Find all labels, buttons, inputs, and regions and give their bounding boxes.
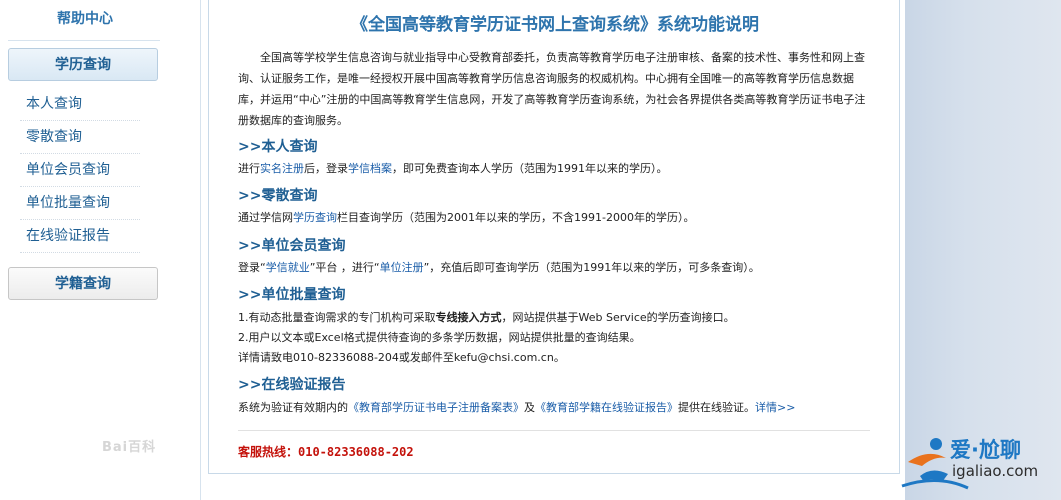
sidebar-item-batch-query[interactable]: 单位批量查询	[20, 187, 140, 220]
intro-paragraph: 全国高等学校学生信息咨询与就业指导中心受教育部委托，负责高等教育学历电子注册审核…	[238, 51, 866, 127]
xuexin-employment-link[interactable]: 学信就业	[266, 261, 310, 274]
section-heading-scattered: >>零散查询	[238, 188, 318, 204]
content-divider	[238, 430, 870, 431]
page-title: 《全国高等教育学历证书网上查询系统》系统功能说明	[351, 15, 759, 35]
unit-register-link[interactable]: 单位注册	[380, 261, 424, 274]
verify-text: 系统为验证有效期内的《教育部学历证书电子注册备案表》及《教育部学籍在线验证报告》…	[238, 401, 796, 414]
section-heading-member: >>单位会员查询	[238, 238, 346, 254]
self-query-text: 进行实名注册后，登录学信档案，即可免费查询本人学历（范围为1991年以来的学历）…	[238, 162, 668, 175]
sidebar-item-self-query[interactable]: 本人查询	[20, 88, 140, 121]
baidu-watermark: Bai百科	[102, 440, 157, 455]
right-gutter	[905, 0, 1061, 500]
section-heading-batch: >>单位批量查询	[238, 287, 346, 303]
scattered-query-text: 通过学信网学历查询栏目查询学历（范围为2001年以来的学历，不含1991-200…	[238, 211, 695, 224]
section-heading-self: >>本人查询	[238, 139, 318, 155]
site-watermark-url: igaliao.com	[952, 462, 1039, 480]
sidebar-menu: 本人查询 零散查询 单位会员查询 单位批量查询 在线验证报告	[20, 88, 140, 253]
sidebar-item-verify-report[interactable]: 在线验证报告	[20, 220, 140, 253]
batch-line-1: 1.有动态批量查询需求的专门机构可采取专线接入方式，网站提供基于Web Serv…	[238, 311, 735, 324]
service-hotline: 客服热线：010-82336088-202	[238, 445, 414, 459]
help-center-title: 帮助中心	[57, 11, 113, 27]
student-archive-link[interactable]: 学信档案	[348, 162, 392, 175]
help-title-divider	[8, 40, 160, 41]
member-query-text: 登录“学信就业”平台 ，进行“单位注册”，充值后即可查询学历（范围为1991年以…	[238, 261, 760, 274]
sidebar-item-scattered-query[interactable]: 零散查询	[20, 121, 140, 154]
sidebar-divider	[200, 0, 201, 500]
student-status-report-link[interactable]: 《教育部学籍在线验证报告》	[535, 401, 678, 414]
degree-query-link[interactable]: 学历查询	[293, 211, 337, 224]
sidebar-item-member-query[interactable]: 单位会员查询	[20, 154, 140, 187]
details-link[interactable]: 详情>>	[755, 401, 795, 414]
section-heading-verify: >>在线验证报告	[238, 377, 346, 393]
student-status-query-button[interactable]: 学籍查询	[8, 267, 158, 300]
real-name-register-link[interactable]: 实名注册	[260, 162, 304, 175]
main-panel: 《全国高等教育学历证书网上查询系统》系统功能说明 全国高等学校学生信息咨询与就业…	[208, 0, 900, 474]
registration-record-link[interactable]: 《教育部学历证书电子注册备案表》	[348, 401, 524, 414]
batch-line-2: 2.用户以文本或Excel格式提供待查询的多条学历数据，网站提供批量的查询结果。	[238, 331, 641, 344]
batch-line-3: 详情请致电010-82336088-204或发邮件至kefu@chsi.com.…	[238, 351, 565, 364]
site-watermark-name: 爱·尬聊	[950, 438, 1021, 462]
degree-query-button[interactable]: 学历查询	[8, 48, 158, 81]
